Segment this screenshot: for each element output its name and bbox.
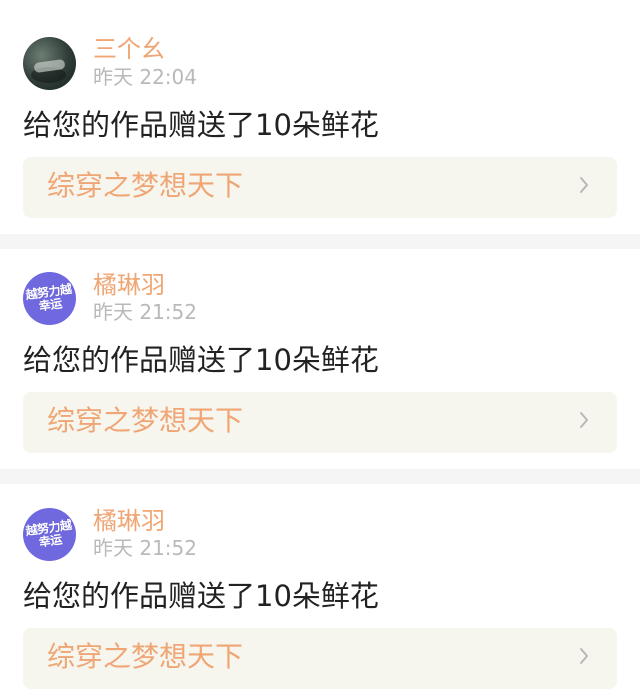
work-title: 综穿之梦想天下 xyxy=(47,404,244,437)
timestamp: 昨天 21:52 xyxy=(93,536,197,560)
notification-card: 越努力越幸运 橘琳羽 昨天 21:52 给您的作品赠送了10朵鲜花 综穿之梦想天… xyxy=(0,249,640,469)
work-link[interactable]: 综穿之梦想天下 xyxy=(23,392,617,453)
notification-card: 越努力越幸运 橘琳羽 昨天 21:52 给您的作品赠送了10朵鲜花 综穿之梦想天… xyxy=(0,485,640,700)
section-divider xyxy=(0,234,640,249)
timestamp: 昨天 21:52 xyxy=(93,300,197,324)
work-title: 综穿之梦想天下 xyxy=(47,640,244,673)
work-link[interactable]: 综穿之梦想天下 xyxy=(23,628,617,689)
notification-message: 给您的作品赠送了10朵鲜花 xyxy=(23,343,379,377)
avatar-logo-text: 越努力越幸运 xyxy=(24,281,73,313)
work-title: 综穿之梦想天下 xyxy=(47,169,244,202)
username[interactable]: 橘琳羽 xyxy=(93,509,165,533)
avatar-logo-icon[interactable]: 越努力越幸运 xyxy=(23,272,76,325)
avatar-logo-text: 越努力越幸运 xyxy=(24,517,73,549)
username[interactable]: 橘琳羽 xyxy=(93,273,165,297)
chevron-right-icon xyxy=(579,174,590,196)
section-divider xyxy=(0,469,640,484)
work-link[interactable]: 综穿之梦想天下 xyxy=(23,157,617,218)
chevron-right-icon xyxy=(579,409,590,431)
timestamp: 昨天 22:04 xyxy=(93,65,197,89)
username[interactable]: 三个幺 xyxy=(93,37,165,61)
notifications-page: 三个幺 昨天 22:04 给您的作品赠送了10朵鲜花 综穿之梦想天下 越努力越幸… xyxy=(0,0,640,700)
notification-message: 给您的作品赠送了10朵鲜花 xyxy=(23,579,379,613)
avatar-photo-icon[interactable] xyxy=(23,37,76,90)
avatar-logo-icon[interactable]: 越努力越幸运 xyxy=(23,508,76,561)
notification-card: 三个幺 昨天 22:04 给您的作品赠送了10朵鲜花 综穿之梦想天下 xyxy=(0,0,640,234)
notification-message: 给您的作品赠送了10朵鲜花 xyxy=(23,108,379,142)
chevron-right-icon xyxy=(579,645,590,667)
